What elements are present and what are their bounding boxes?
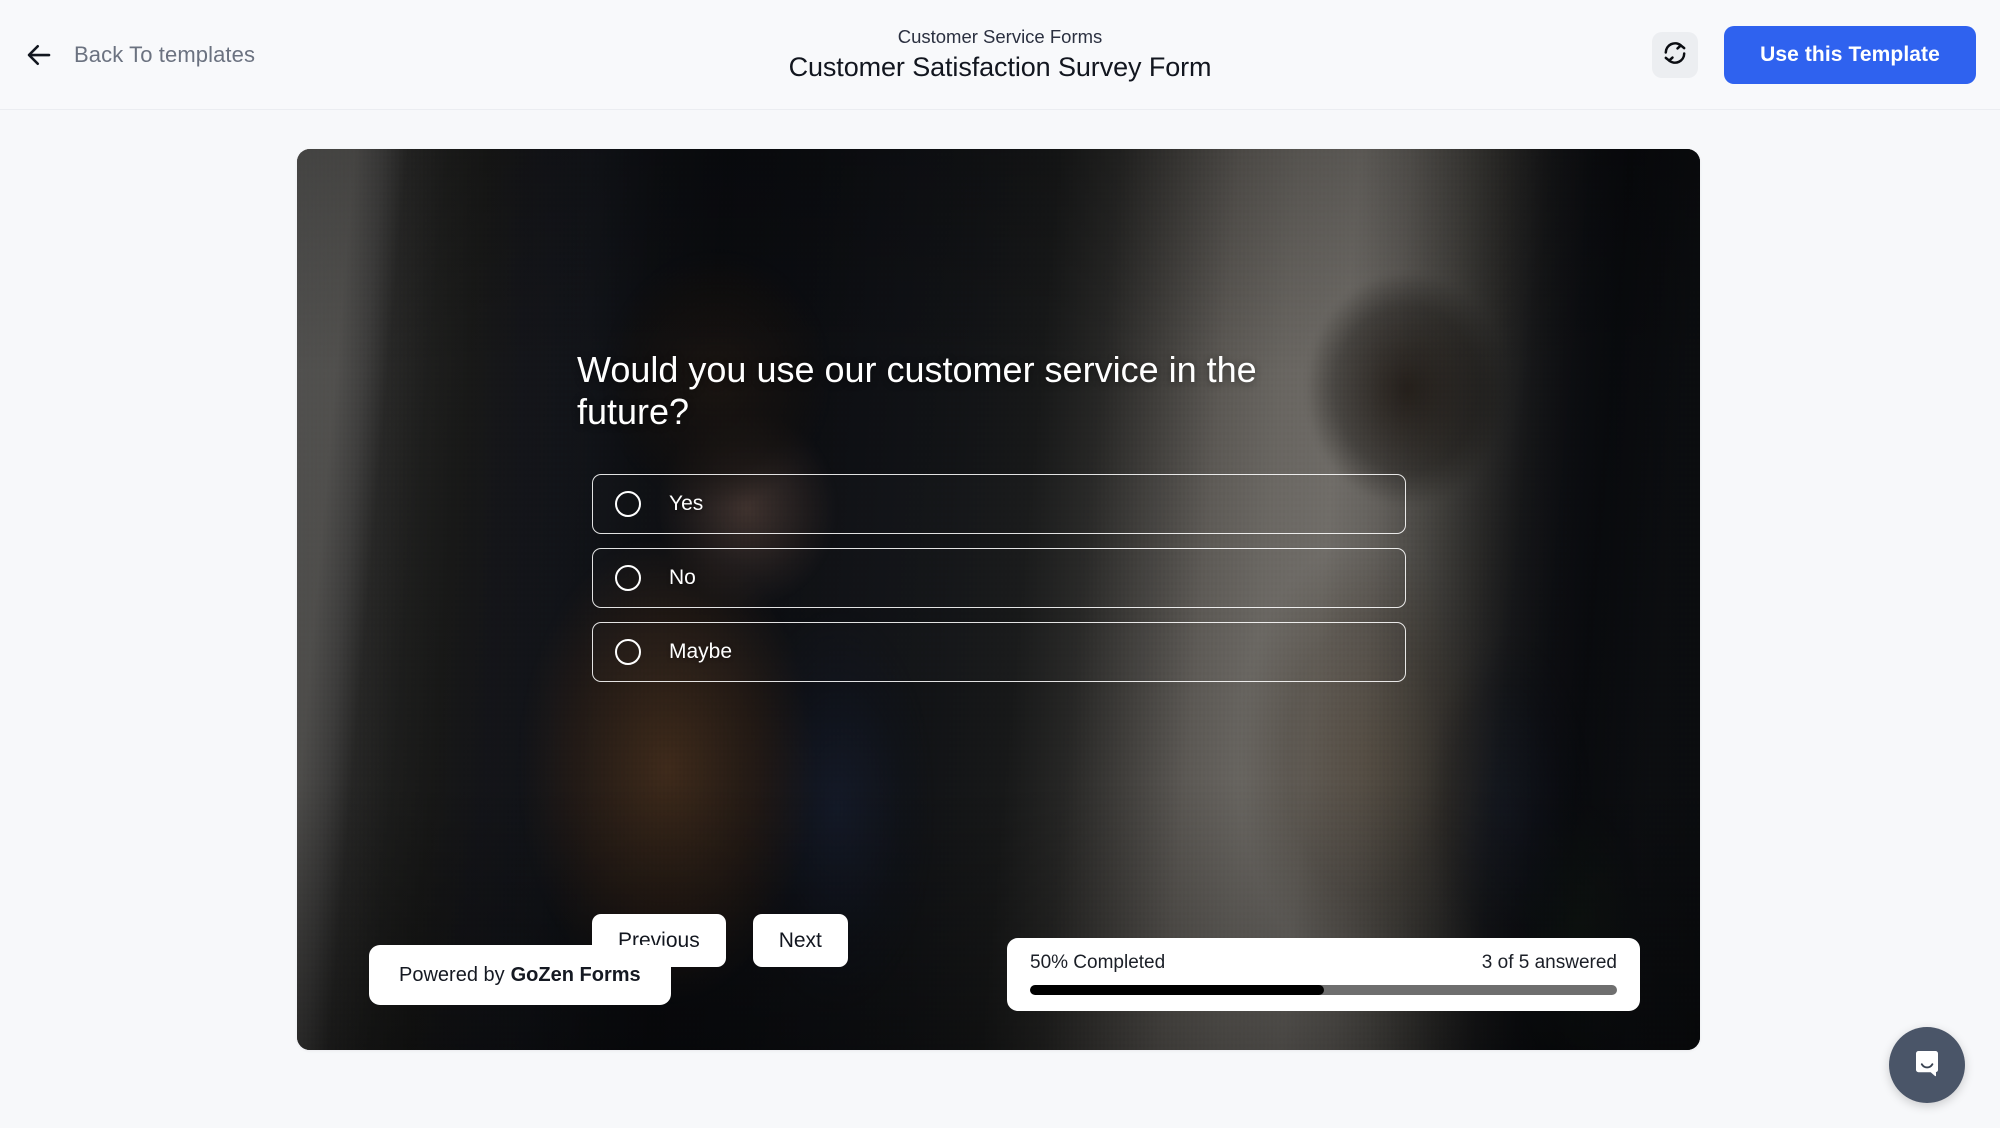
form-preview-card: Would you use our customer service in th… <box>297 149 1700 1050</box>
progress-bar-fill <box>1030 985 1324 995</box>
progress-bar-track <box>1030 985 1617 995</box>
header-actions: Use this Template <box>1652 0 1976 109</box>
powered-by-brand: GoZen Forms <box>510 963 641 986</box>
option-label: No <box>669 566 696 589</box>
page-title: Customer Satisfaction Survey Form <box>788 51 1212 82</box>
next-button[interactable]: Next <box>752 914 848 967</box>
powered-by-badge[interactable]: Powered by GoZen Forms <box>369 945 671 1005</box>
back-to-templates-label: Back To templates <box>74 41 256 67</box>
arrow-left-icon <box>22 38 56 72</box>
radio-circle-icon[interactable] <box>615 491 641 517</box>
sync-refresh-icon <box>1662 40 1688 69</box>
answer-options-list: Yes No Maybe <box>592 474 1406 682</box>
app-header: Back To templates Customer Service Forms… <box>0 0 2000 110</box>
preview-canvas: Would you use our customer service in th… <box>0 110 2000 1128</box>
back-to-templates-button[interactable]: Back To templates <box>0 0 255 109</box>
option-maybe[interactable]: Maybe <box>592 622 1406 682</box>
chat-launcher-button[interactable] <box>1889 1027 1965 1103</box>
radio-circle-icon[interactable] <box>615 639 641 665</box>
option-label: Yes <box>669 492 704 515</box>
chat-bubble-smile-icon <box>1907 1043 1947 1088</box>
radio-circle-icon[interactable] <box>615 565 641 591</box>
question-text: Would you use our customer service in th… <box>577 349 1257 433</box>
form-content: Would you use our customer service in th… <box>297 149 1700 1050</box>
progress-answered-label: 3 of 5 answered <box>1481 952 1617 973</box>
option-yes[interactable]: Yes <box>592 474 1406 534</box>
use-this-template-button[interactable]: Use this Template <box>1724 25 1976 84</box>
option-label: Maybe <box>669 640 733 663</box>
option-no[interactable]: No <box>592 548 1406 608</box>
progress-percent-label: 50% Completed <box>1030 952 1166 973</box>
powered-by-prefix: Powered by <box>399 963 505 986</box>
template-category-label: Customer Service Forms <box>897 25 1103 47</box>
progress-labels: 50% Completed 3 of 5 answered <box>1030 952 1617 974</box>
progress-panel: 50% Completed 3 of 5 answered <box>1007 938 1640 1011</box>
refresh-preview-button[interactable] <box>1652 31 1698 78</box>
